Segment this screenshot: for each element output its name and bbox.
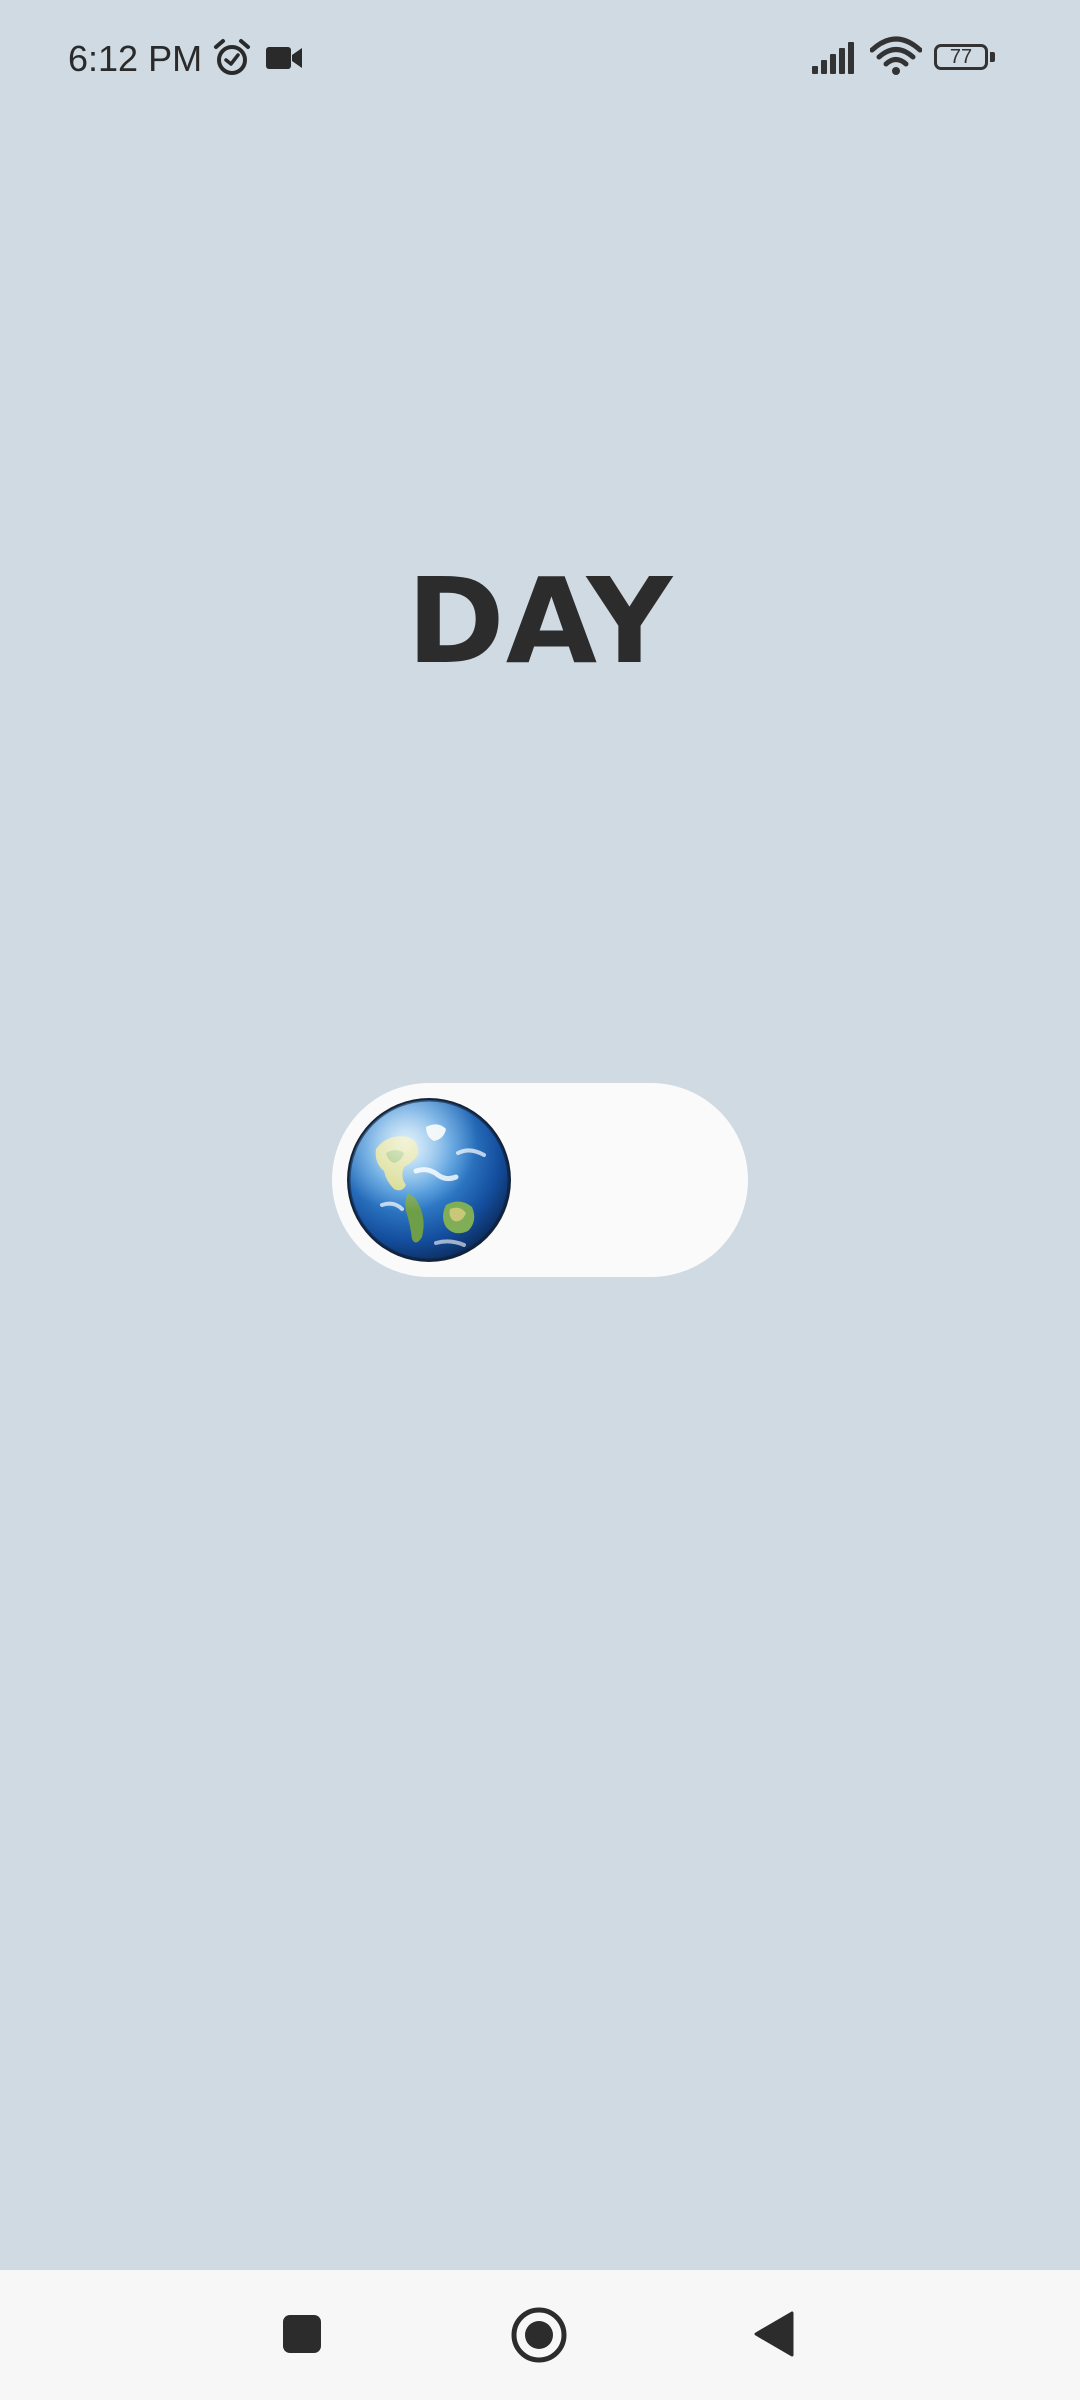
navigation-bar [0, 2270, 1080, 2400]
home-icon[interactable] [510, 2306, 568, 2364]
battery-level: 77 [949, 46, 973, 68]
day-night-toggle[interactable] [332, 1083, 748, 1277]
signal-icon [812, 42, 854, 74]
back-icon[interactable] [752, 2310, 796, 2358]
video-camera-icon [266, 47, 302, 69]
battery-icon: 77 [934, 44, 996, 74]
earth-globe-icon[interactable] [346, 1097, 512, 1263]
status-bar: 6:12 PM 77 [0, 0, 1080, 118]
recents-icon[interactable] [282, 2314, 322, 2354]
wifi-icon [870, 36, 922, 75]
mode-title: DAY [406, 552, 674, 690]
battery-cap [990, 52, 995, 62]
status-time: 6:12 PM [68, 38, 203, 79]
alarm-icon [214, 39, 250, 75]
screen: 6:12 PM 77 DAY [0, 0, 1080, 2400]
